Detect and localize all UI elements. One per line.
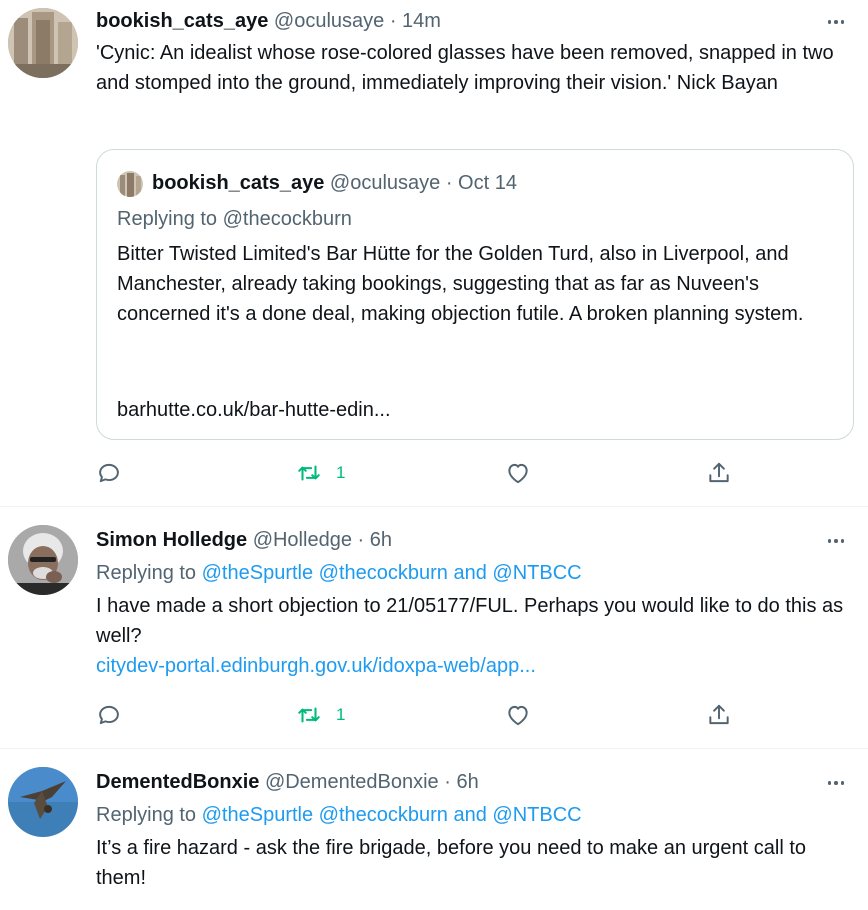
display-name[interactable]: Simon Holledge xyxy=(96,529,247,551)
quote-timestamp: · Oct 14 xyxy=(445,172,517,194)
tweet-3[interactable]: DementedBonxie @DementedBonxie · 6h Repl… xyxy=(0,749,868,910)
replying-label: Replying to xyxy=(96,804,197,826)
tweet-text: It’s a fire hazard - ask the fire brigad… xyxy=(96,837,807,889)
quote-display-name: bookish_cats_aye xyxy=(152,172,325,194)
more-icon[interactable] xyxy=(824,529,848,553)
handle[interactable]: @DementedBonxie xyxy=(265,771,439,793)
tweet-header: DementedBonxie @DementedBonxie · 6h xyxy=(96,770,479,794)
quote-handle: @oculusaye xyxy=(329,172,441,194)
more-icon[interactable] xyxy=(824,10,848,34)
avatar[interactable] xyxy=(8,525,78,595)
display-name[interactable]: bookish_cats_aye xyxy=(96,10,268,32)
timestamp[interactable]: · 14m xyxy=(390,10,441,32)
replying-to: Replying to @theSpurtle @thecockburn and… xyxy=(96,560,582,586)
quote-url: barhutte.co.uk/bar-hutte-edin... xyxy=(117,399,391,421)
retweet-count: 1 xyxy=(336,705,346,724)
quote-text: Bitter Twisted Limited's Bar Hütte for t… xyxy=(117,243,804,325)
tweet-header: bookish_cats_aye @oculusaye · 14m xyxy=(96,9,441,33)
quoted-tweet[interactable]: bookish_cats_aye @oculusaye · Oct 14 Rep… xyxy=(96,149,854,440)
heart-icon xyxy=(508,705,528,726)
replying-mentions[interactable]: @theSpurtle @thecockburn and @NTBCC xyxy=(202,804,582,826)
reply-button[interactable] xyxy=(96,700,122,730)
handle[interactable]: @Holledge xyxy=(253,529,352,551)
tweet-actions: 1 xyxy=(96,458,736,488)
tweet-text: I have made a short objection to 21/0517… xyxy=(96,591,856,681)
timestamp[interactable]: · 6h xyxy=(358,529,392,551)
replying-mentions[interactable]: @theSpurtle @thecockburn and @NTBCC xyxy=(202,562,582,584)
share-icon xyxy=(709,462,729,483)
tweet-2[interactable]: Simon Holledge @Holledge · 6h Replying t… xyxy=(0,507,868,747)
replying-label: Replying to xyxy=(117,208,218,230)
tweet-actions: 1 xyxy=(96,700,736,730)
avatar[interactable] xyxy=(8,767,78,837)
share-button[interactable] xyxy=(706,458,732,488)
like-button[interactable] xyxy=(505,458,531,488)
reply-icon xyxy=(99,705,119,725)
tweet-text: 'Cynic: An idealist whose rose-colored g… xyxy=(96,42,834,94)
quote-header: bookish_cats_aye @oculusaye · Oct 14 xyxy=(152,171,517,195)
quote-avatar xyxy=(117,171,143,197)
more-icon[interactable] xyxy=(824,771,848,795)
share-icon xyxy=(709,704,729,725)
retweet-button[interactable]: 1 xyxy=(296,700,345,730)
retweet-count: 1 xyxy=(336,463,346,482)
tweet-link[interactable]: citydev-portal.edinburgh.gov.uk/idoxpa-w… xyxy=(96,655,536,677)
replying-label: Replying to xyxy=(96,562,197,584)
tweet-header: Simon Holledge @Holledge · 6h xyxy=(96,528,392,552)
avatar[interactable] xyxy=(8,8,78,78)
handle[interactable]: @oculusaye xyxy=(274,10,384,32)
display-name[interactable]: DementedBonxie xyxy=(96,771,259,793)
like-button[interactable] xyxy=(505,700,531,730)
retweet-button[interactable]: 1 xyxy=(296,458,345,488)
retweet-icon xyxy=(298,465,320,481)
timestamp[interactable]: · 6h xyxy=(444,771,478,793)
heart-icon xyxy=(508,463,528,484)
quote-replying-to: Replying to @thecockburn xyxy=(117,207,352,231)
tweet-1[interactable]: bookish_cats_aye @oculusaye · 14m 'Cynic… xyxy=(0,0,868,506)
reply-button[interactable] xyxy=(96,458,122,488)
reply-icon xyxy=(99,463,119,483)
replying-to: Replying to @theSpurtle @thecockburn and… xyxy=(96,802,582,828)
retweet-icon xyxy=(298,707,320,723)
replying-mentions: @thecockburn xyxy=(222,208,352,230)
share-button[interactable] xyxy=(706,700,732,730)
tweet-body: I have made a short objection to 21/0517… xyxy=(96,595,844,647)
